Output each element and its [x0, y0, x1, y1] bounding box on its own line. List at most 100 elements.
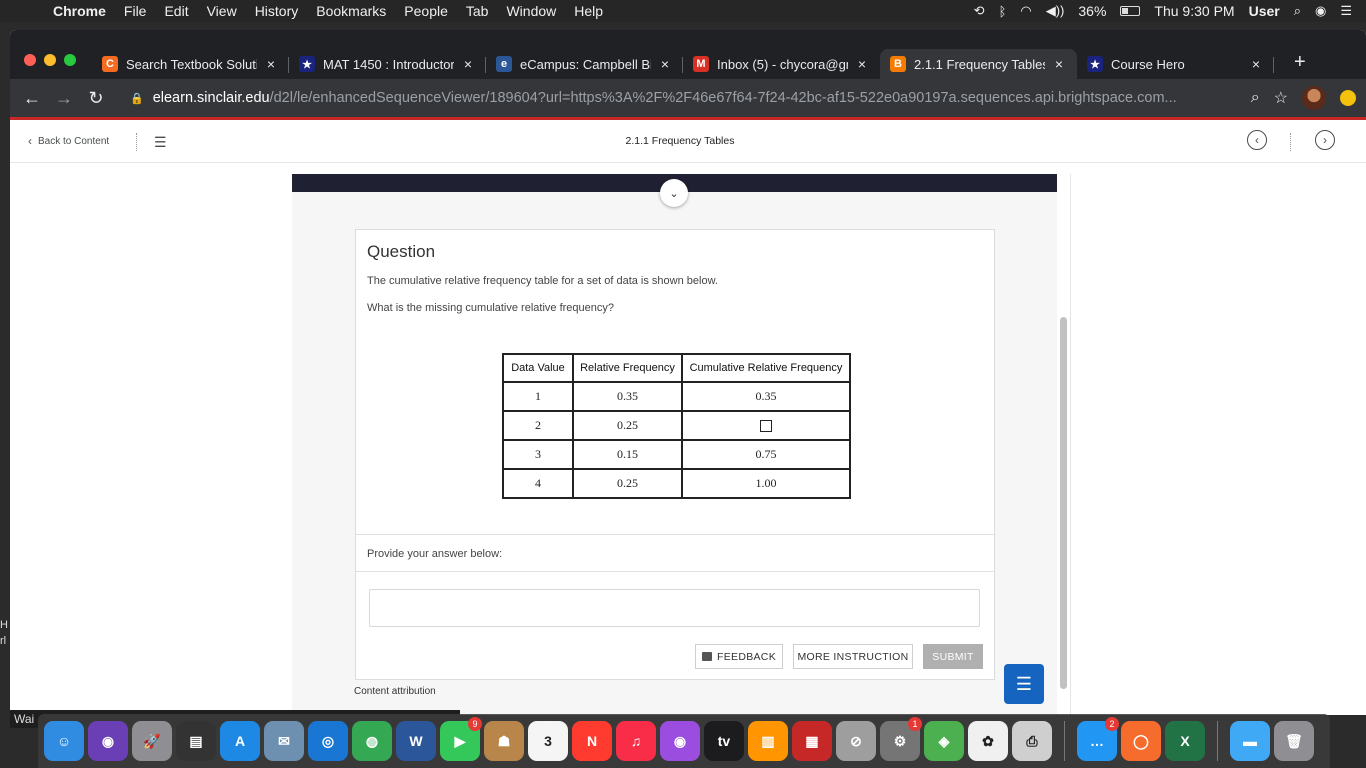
dock-facetime-icon[interactable]: ▶ 9	[440, 717, 482, 761]
dock-tv-icon[interactable]: tv	[704, 721, 744, 761]
answer-input[interactable]	[369, 589, 980, 627]
tab-close-icon[interactable]: ×	[1051, 56, 1067, 72]
feedback-button[interactable]: FEEDBACK	[695, 644, 783, 669]
menu-help[interactable]: Help	[565, 0, 612, 22]
dock-origin-icon[interactable]: ◯	[1121, 721, 1161, 761]
user-menu[interactable]: User	[1249, 3, 1280, 19]
browser-tab[interactable]: ★ MAT 1450 : Introductory ×	[289, 49, 486, 79]
forward-arrow-icon[interactable]: →	[48, 88, 80, 109]
browser-tab[interactable]: e eCampus: Campbell Bio ×	[486, 49, 683, 79]
menu-view[interactable]: View	[198, 0, 246, 22]
dock-photos-icon[interactable]: ✿	[968, 721, 1008, 761]
dock-messages-icon[interactable]: … 2	[1077, 717, 1119, 761]
browser-tab[interactable]: M Inbox (5) - chycora@gm ×	[683, 49, 880, 79]
previous-topic-icon[interactable]: ‹	[1247, 130, 1267, 150]
bookmark-star-icon[interactable]: ☆	[1274, 88, 1288, 108]
tab-list: C Search Textbook Solutio × ★ MAT 1450 : Int…	[92, 49, 1274, 79]
submit-button[interactable]: SUBMIT	[923, 644, 983, 669]
new-tab-button[interactable]: +	[1294, 51, 1306, 74]
dock-word-icon[interactable]: W	[396, 721, 436, 761]
close-window-button[interactable]	[24, 54, 36, 66]
reload-icon[interactable]: ↻	[80, 88, 112, 109]
dock-no-entry-icon[interactable]: ⊘	[836, 721, 876, 761]
browser-window: C Search Textbook Solutio × ★ MAT 1450 : Int…	[10, 30, 1366, 715]
status-area: ⟲ ᛒ ◠ ◀)) 36% Thu 9:30 PM User ⌕ ◉ ☰	[974, 0, 1366, 22]
dock-launchpad-icon[interactable]: 🚀	[132, 721, 172, 761]
scrollbar[interactable]	[1060, 317, 1067, 689]
menu-file[interactable]: File	[115, 0, 156, 22]
tab-strip: C Search Textbook Solutio × ★ MAT 1450 : Int…	[10, 30, 1366, 79]
chat-icon[interactable]: ☰	[1004, 664, 1044, 704]
dock-news-icon[interactable]: N	[572, 721, 612, 761]
spotlight-search-icon[interactable]: ⌕	[1294, 3, 1301, 19]
dock-chrome-icon[interactable]: ◍	[352, 721, 392, 761]
window-controls	[24, 54, 76, 66]
siri-icon[interactable]: ◉	[1315, 3, 1326, 19]
tab-close-icon[interactable]: ×	[460, 56, 476, 72]
tab-close-icon[interactable]: ×	[263, 56, 279, 72]
dock-downloads-folder-icon[interactable]: ▬	[1230, 721, 1270, 761]
browser-tab[interactable]: ★ Course Hero ×	[1077, 49, 1274, 79]
menu-history[interactable]: History	[246, 0, 308, 22]
clock[interactable]: Thu 9:30 PM	[1154, 3, 1234, 19]
back-arrow-icon[interactable]: ←	[16, 88, 48, 109]
tab-close-icon[interactable]: ×	[854, 56, 870, 72]
dock-activity-monitor-icon[interactable]: ▤	[176, 721, 216, 761]
tab-favicon-icon: B	[890, 56, 906, 72]
lock-icon[interactable]: 🔒	[130, 92, 144, 105]
dock-podcasts-icon[interactable]: ◉	[660, 721, 700, 761]
menu-window[interactable]: Window	[497, 0, 565, 22]
menu-edit[interactable]: Edit	[155, 0, 197, 22]
browser-tab[interactable]: C Search Textbook Solutio ×	[92, 49, 289, 79]
question-heading: Question	[367, 242, 436, 261]
table-cell: 4	[502, 468, 574, 499]
dock-preview-icon[interactable]: ✉	[264, 721, 304, 761]
browser-tab[interactable]: B 2.1.1 Frequency Tables ×	[880, 49, 1077, 79]
tab-close-icon[interactable]: ×	[657, 56, 673, 72]
dock-books-icon[interactable]: ▥	[748, 721, 788, 761]
dock-trash-icon[interactable]: 🗑	[1274, 721, 1314, 761]
volume-icon[interactable]: ◀))	[1046, 3, 1065, 19]
table-row: 2 0.25	[502, 410, 851, 441]
table-cell: 0.25	[572, 410, 683, 441]
dock-system-preferences-icon[interactable]: ⚙ 1	[880, 717, 922, 761]
zoom-window-button[interactable]	[64, 54, 76, 66]
dock-contacts-icon[interactable]: ☗	[484, 721, 524, 761]
menu-bookmarks[interactable]: Bookmarks	[307, 0, 395, 22]
table-cell: 1	[502, 381, 574, 412]
time-machine-icon[interactable]: ⟲	[974, 3, 985, 19]
zoom-icon[interactable]: ⌕	[1251, 89, 1260, 107]
battery-percent[interactable]: 36%	[1078, 3, 1106, 19]
chevron-down-icon[interactable]: ⌄	[660, 179, 688, 207]
minimize-window-button[interactable]	[44, 54, 56, 66]
answer-prompt: Provide your answer below:	[367, 548, 503, 560]
dock-music-icon[interactable]: ♫	[616, 721, 656, 761]
dock-app-store-icon[interactable]: A	[220, 721, 260, 761]
dock-printer-icon[interactable]: ⎙	[1012, 721, 1052, 761]
app-menu[interactable]: Chrome	[44, 0, 115, 22]
wifi-icon[interactable]: ◠	[1020, 3, 1031, 19]
more-instruction-button[interactable]: MORE INSTRUCTION	[793, 644, 913, 669]
battery-icon[interactable]	[1120, 6, 1141, 16]
bluetooth-icon[interactable]: ᛒ	[999, 4, 1007, 19]
dock-safari-icon[interactable]: ◎	[308, 721, 348, 761]
menu-tab[interactable]: Tab	[457, 0, 498, 22]
tab-separator	[1273, 57, 1274, 73]
tab-close-icon[interactable]: ×	[1248, 56, 1264, 72]
dock-calendar-icon[interactable]: 3	[528, 721, 568, 761]
next-topic-icon[interactable]: ›	[1315, 130, 1335, 150]
dock-maps-icon[interactable]: ◈	[924, 721, 964, 761]
content-attribution-link[interactable]: Content attribution	[354, 686, 436, 697]
address-bar[interactable]: 🔒 elearn.sinclair.edu/d2l/le/enhancedSeq…	[130, 87, 1220, 109]
profile-avatar[interactable]	[1302, 86, 1326, 110]
table-header-row: Data Value Relative Frequency Cumulative…	[502, 353, 851, 383]
extension-icon[interactable]	[1340, 90, 1356, 106]
dock-photo-booth-icon[interactable]: ▦	[792, 721, 832, 761]
table-cell: 0.15	[572, 439, 683, 470]
dock-finder-icon[interactable]: ☺	[44, 721, 84, 761]
menu-people[interactable]: People	[395, 0, 457, 22]
notification-center-icon[interactable]: ☰	[1340, 3, 1352, 19]
dock-excel-icon[interactable]: X	[1165, 721, 1205, 761]
divider	[356, 534, 994, 535]
dock-siri-icon[interactable]: ◉	[88, 721, 128, 761]
